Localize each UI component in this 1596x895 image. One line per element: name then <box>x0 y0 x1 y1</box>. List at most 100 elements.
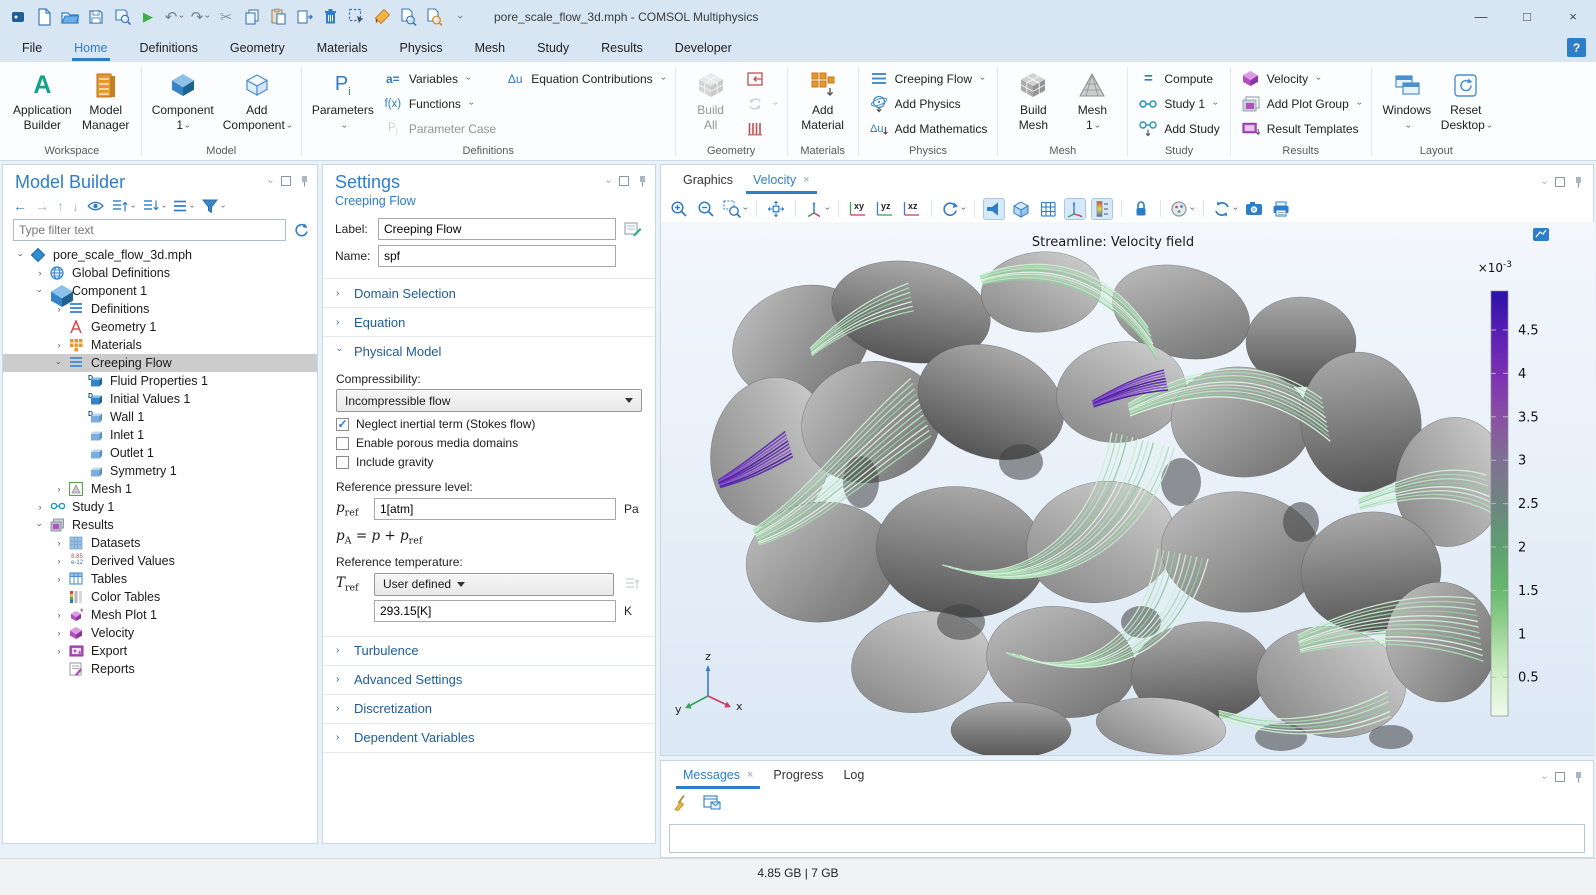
nav-down-icon[interactable]: ↓ <box>72 198 79 214</box>
mesh-1-button[interactable]: Mesh1› <box>1063 65 1121 134</box>
tree-item-symmetry-1[interactable]: Symmetry 1 <box>3 462 317 480</box>
environment-icon[interactable] <box>1010 198 1032 220</box>
parameters-button[interactable]: PiParameters› <box>308 65 378 134</box>
tree-item-tables[interactable]: ›Tables <box>3 570 317 588</box>
tree-item-inlet-1[interactable]: Inlet 1 <box>3 426 317 444</box>
print-icon[interactable] <box>1270 198 1292 220</box>
tree-item-initial-values-1[interactable]: DInitial Values 1 <box>3 390 317 408</box>
help-button[interactable]: ? <box>1567 38 1586 57</box>
chevron-down-icon[interactable]: › <box>16 249 26 261</box>
compute-button[interactable]: =Compute <box>1134 66 1223 91</box>
save-search-icon[interactable] <box>110 5 134 29</box>
tref-dropdown[interactable]: User defined <box>374 573 614 596</box>
tree-item-global-definitions[interactable]: ›Global Definitions <box>3 264 317 282</box>
tab-graphics[interactable]: Graphics <box>673 167 743 194</box>
chevron-down-icon[interactable]: › <box>54 357 64 369</box>
chevron-right-icon[interactable]: › <box>53 304 65 314</box>
tree-item-materials[interactable]: ›Materials <box>3 336 317 354</box>
redo-icon[interactable]: ↷› <box>188 5 212 29</box>
filter-funnel-icon[interactable] <box>202 198 218 214</box>
float-panel-icon[interactable] <box>281 176 291 186</box>
velocity-button[interactable]: Velocity› <box>1237 66 1365 91</box>
duplicate-icon[interactable] <box>292 5 316 29</box>
select-icon[interactable] <box>344 5 368 29</box>
checkbox-checked[interactable]: ✓ <box>336 418 349 431</box>
component-1-button[interactable]: Component1› <box>148 65 218 134</box>
menu-tab-study[interactable]: Study <box>535 37 571 59</box>
appearance-icon[interactable]: › <box>1169 198 1195 220</box>
maximize-button[interactable]: □ <box>1504 0 1550 33</box>
chevron-down-icon[interactable]: › <box>603 179 614 182</box>
chevron-down-icon[interactable]: › <box>1539 180 1550 183</box>
pin-icon[interactable] <box>638 175 647 187</box>
section-dependent-variables[interactable]: › Dependent Variables <box>323 723 655 753</box>
geom-sync-button[interactable]: › <box>741 91 781 116</box>
temperature-list-icon[interactable] <box>622 574 642 594</box>
checkbox-unchecked[interactable] <box>336 437 349 450</box>
customize-icon[interactable]: › <box>448 5 472 29</box>
tree-item-export[interactable]: ›Export <box>3 642 317 660</box>
axis-triad-btn-icon[interactable] <box>1064 198 1086 220</box>
show-eye-icon[interactable] <box>87 198 104 214</box>
pin-icon[interactable] <box>1574 771 1583 783</box>
chevron-right-icon[interactable]: › <box>53 610 65 620</box>
clear-messages-icon[interactable] <box>673 794 691 811</box>
float-panel-icon[interactable] <box>1555 177 1565 187</box>
section-discretization[interactable]: › Discretization <box>323 694 655 723</box>
snapshot-icon[interactable] <box>1243 198 1265 220</box>
menu-tab-geometry[interactable]: Geometry <box>228 37 287 59</box>
rename-icon[interactable] <box>623 219 643 239</box>
open-icon[interactable] <box>58 5 82 29</box>
tree-item-mesh-plot-1[interactable]: ›*Mesh Plot 1 <box>3 606 317 624</box>
add-mathematics-button[interactable]: ΔuAdd Mathematics <box>865 116 992 141</box>
creeping-flow-button[interactable]: Creeping Flow› <box>865 66 992 91</box>
copy-icon[interactable] <box>240 5 264 29</box>
paste-icon[interactable] <box>266 5 290 29</box>
zoom-extents-icon[interactable] <box>765 198 787 220</box>
add-study-button[interactable]: Add Study <box>1134 116 1223 141</box>
nav-forward-icon[interactable]: → <box>35 198 49 214</box>
save-icon[interactable] <box>84 5 108 29</box>
chevron-right-icon[interactable]: › <box>34 268 46 278</box>
zoom-box-icon[interactable]: › <box>722 198 748 220</box>
tree-item-color-tables[interactable]: Color Tables <box>3 588 317 606</box>
undo-icon[interactable]: ↶› <box>162 5 186 29</box>
name-input[interactable] <box>378 245 616 267</box>
tab-velocity[interactable]: Velocity × <box>743 167 820 194</box>
pin-icon[interactable] <box>1574 176 1583 188</box>
tree-item-creeping-flow[interactable]: ›Creeping Flow <box>3 354 317 372</box>
chevron-right-icon[interactable]: › <box>34 502 46 512</box>
study-1-button[interactable]: Study 1› <box>1134 91 1223 116</box>
section-equation[interactable]: › Equation <box>323 307 655 336</box>
close-button[interactable]: × <box>1550 0 1596 33</box>
message-log-field[interactable] <box>669 824 1585 853</box>
checkbox-unchecked[interactable] <box>336 456 349 469</box>
tref-input[interactable] <box>374 600 616 622</box>
tab-log[interactable]: Log <box>833 762 874 789</box>
section-physical-model[interactable]: › Physical Model <box>323 336 655 365</box>
menu-tab-home[interactable]: Home <box>72 37 109 59</box>
chevron-right-icon[interactable]: › <box>53 574 65 584</box>
nav-up-icon[interactable]: ↑ <box>57 198 64 214</box>
add-material-button[interactable]: AddMaterial <box>794 65 852 134</box>
tree-item-mesh-1[interactable]: ›Mesh 1 <box>3 480 317 498</box>
view-yz-icon[interactable]: yz <box>874 198 896 220</box>
tree-item-wall-1[interactable]: DWall 1 <box>3 408 317 426</box>
application-builder-button[interactable]: AApplicationBuilder <box>9 65 76 134</box>
section-domain-selection[interactable]: › Domain Selection <box>323 278 655 307</box>
float-panel-icon[interactable] <box>619 176 629 186</box>
brush-icon[interactable] <box>370 5 394 29</box>
goto-view-icon[interactable]: › <box>804 198 830 220</box>
chevron-right-icon[interactable]: › <box>53 484 65 494</box>
chevron-down-icon[interactable]: › <box>35 285 45 297</box>
doc-zoom-icon[interactable] <box>422 5 446 29</box>
tree-item-definitions[interactable]: ›Definitions <box>3 300 317 318</box>
windows-button[interactable]: Windows› <box>1378 65 1436 134</box>
doc-search-icon[interactable] <box>396 5 420 29</box>
menu-tab-developer[interactable]: Developer <box>673 37 734 59</box>
build-mesh-button[interactable]: BuildMesh <box>1004 65 1062 134</box>
reset-desktop-button[interactable]: ResetDesktop› <box>1437 65 1495 134</box>
tree-item-fluid-properties-1[interactable]: DFluid Properties 1 <box>3 372 317 390</box>
label-input[interactable] <box>378 218 616 240</box>
close-icon[interactable]: × <box>803 174 809 186</box>
